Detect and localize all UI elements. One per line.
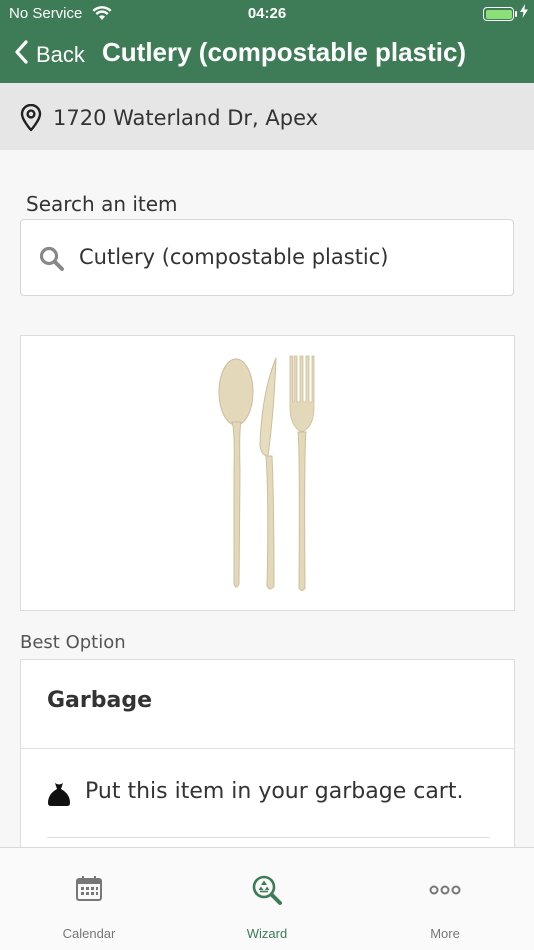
search-value: Cutlery (compostable plastic) <box>79 245 389 269</box>
tab-wizard[interactable]: Wizard <box>178 848 356 950</box>
option-title: Garbage <box>47 688 153 713</box>
chevron-left-icon <box>14 40 28 70</box>
back-button[interactable]: Back <box>14 38 85 72</box>
back-label: Back <box>36 42 85 67</box>
more-dots-icon <box>356 874 534 902</box>
address-text: 1720 Waterland Dr, Apex <box>53 106 319 130</box>
cutlery-image <box>218 355 315 591</box>
battery-tip <box>515 11 517 17</box>
navigation-bar: Back Cutlery (compostable plastic) <box>0 28 534 83</box>
recycle-search-icon <box>178 874 356 906</box>
best-option-card: Garbage Put this item in your garbage ca… <box>20 659 515 859</box>
status-bar: No Service 04:26 <box>0 0 534 28</box>
calendar-icon <box>0 874 178 902</box>
clock: 04:26 <box>247 5 287 22</box>
tab-label: Wizard <box>246 926 288 941</box>
search-input[interactable]: Cutlery (compostable plastic) <box>20 219 514 296</box>
best-option-label: Best Option <box>20 632 126 653</box>
battery-icon <box>483 7 514 21</box>
tab-label: Calendar <box>62 926 116 941</box>
location-pin-icon <box>19 103 43 136</box>
search-icon <box>39 246 65 276</box>
option-instruction: Put this item in your garbage cart. <box>85 779 464 804</box>
charging-bolt-icon <box>520 4 528 21</box>
garbage-bag-icon <box>47 781 71 811</box>
address-bar[interactable]: 1720 Waterland Dr, Apex <box>0 83 534 150</box>
tab-more[interactable]: More <box>356 848 534 950</box>
tab-label: More <box>430 926 460 941</box>
item-image-card <box>20 335 515 611</box>
divider <box>21 748 514 749</box>
search-label: Search an item <box>26 192 178 216</box>
tab-bar: Calendar Wizard More <box>0 847 534 950</box>
divider <box>47 837 490 838</box>
tab-calendar[interactable]: Calendar <box>0 848 178 950</box>
page-title: Cutlery (compostable plastic) <box>102 37 467 67</box>
